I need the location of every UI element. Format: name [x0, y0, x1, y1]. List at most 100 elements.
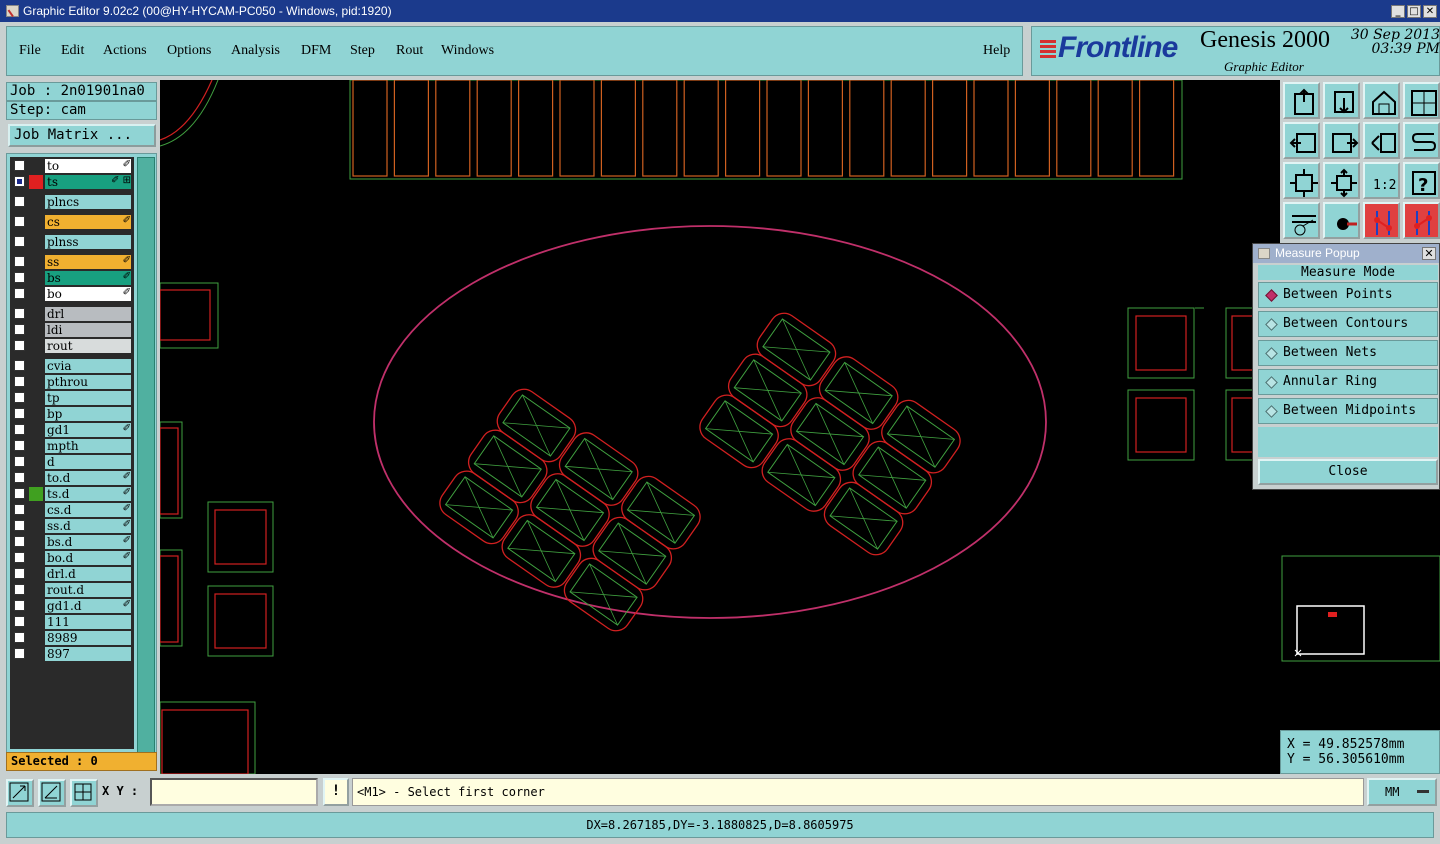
layer-checkbox[interactable]: [14, 196, 25, 207]
menu-dfm[interactable]: DFM: [301, 43, 331, 59]
mode-between-contours[interactable]: Between Contours: [1258, 311, 1438, 337]
layer-name[interactable]: cs: [45, 215, 131, 229]
layer-row-rout[interactable]: rout: [10, 339, 134, 353]
layer-checkbox[interactable]: [14, 440, 25, 451]
layer-checkbox[interactable]: [14, 236, 25, 247]
pcb-drawing[interactable]: [160, 80, 1280, 774]
layer-row-bs[interactable]: bs ✐: [10, 271, 134, 285]
layer-checkbox[interactable]: [14, 472, 25, 483]
layer-row-to-d[interactable]: to.d ✐: [10, 471, 134, 485]
menu-analysis[interactable]: Analysis: [231, 43, 280, 59]
layer-name[interactable]: rout: [45, 339, 131, 353]
layer-checkbox[interactable]: [14, 288, 25, 299]
layer-compare-button[interactable]: [1363, 202, 1400, 239]
popup-close-icon[interactable]: ✕: [1422, 247, 1436, 260]
layer-row-bo-d[interactable]: bo.d ✐: [10, 551, 134, 565]
menu-edit[interactable]: Edit: [61, 43, 84, 59]
mode-between-points[interactable]: Between Points: [1258, 282, 1438, 308]
menu-step[interactable]: Step: [350, 43, 375, 59]
layer-name[interactable]: ss.d: [45, 519, 131, 533]
home-button[interactable]: [1363, 82, 1400, 119]
layer-row-8989[interactable]: 8989: [10, 631, 134, 645]
layer-name[interactable]: ts.d: [45, 487, 131, 501]
layer-row-ldi[interactable]: ldi: [10, 323, 134, 337]
menu-file[interactable]: File: [19, 43, 41, 59]
angle-mode-button[interactable]: [38, 779, 66, 807]
menu-actions[interactable]: Actions: [103, 43, 147, 59]
layer-checkbox[interactable]: [14, 308, 25, 319]
layer-checkbox[interactable]: [14, 340, 25, 351]
layer-name[interactable]: pthrou: [45, 375, 131, 389]
center-button[interactable]: [1323, 162, 1360, 199]
overview-map[interactable]: [1280, 490, 1440, 730]
layer-name[interactable]: bo: [45, 287, 131, 301]
layer-name[interactable]: bs: [45, 271, 131, 285]
layer-checkbox[interactable]: [14, 424, 25, 435]
layer-checkbox[interactable]: [14, 256, 25, 267]
close-window-button[interactable]: ✕: [1423, 5, 1437, 18]
menu-rout[interactable]: Rout: [396, 43, 423, 59]
snap-mode-button[interactable]: [6, 779, 34, 807]
layer-checkbox[interactable]: [14, 504, 25, 515]
layer-checkbox[interactable]: [14, 408, 25, 419]
zoom-home-button[interactable]: [1283, 82, 1320, 119]
layer-name[interactable]: 897: [45, 647, 131, 661]
mode-between-midpoints[interactable]: Between Midpoints: [1258, 398, 1438, 424]
layer-row-cs-d[interactable]: cs.d ✐: [10, 503, 134, 517]
layer-row-gd1[interactable]: gd1 ✐: [10, 423, 134, 437]
layer-name[interactable]: ss: [45, 255, 131, 269]
layer-checkbox[interactable]: [14, 324, 25, 335]
layer-name[interactable]: bp: [45, 407, 131, 421]
layer-name[interactable]: mpth: [45, 439, 131, 453]
pan-left-button[interactable]: [1283, 122, 1320, 159]
layer-name[interactable]: bo.d: [45, 551, 131, 565]
layer-checkbox[interactable]: [14, 632, 25, 643]
redraw-button[interactable]: [1403, 122, 1440, 159]
undo-zoom-button[interactable]: [1363, 122, 1400, 159]
layer-checkbox[interactable]: [14, 536, 25, 547]
layer-name[interactable]: plncs: [45, 195, 131, 209]
layer-row-cvia[interactable]: cvia: [10, 359, 134, 373]
layer-name[interactable]: drl.d: [45, 567, 131, 581]
layer-checkbox[interactable]: [14, 360, 25, 371]
layer-name[interactable]: 111: [45, 615, 131, 629]
menu-options[interactable]: Options: [167, 43, 211, 59]
menu-help[interactable]: Help: [983, 43, 1010, 59]
layer-name[interactable]: tp: [45, 391, 131, 405]
layer-row-pthrou[interactable]: pthrou: [10, 375, 134, 389]
one-to-one-button[interactable]: 1:2: [1363, 162, 1400, 199]
settings-button[interactable]: [1283, 202, 1320, 239]
layer-compare-2-button[interactable]: [1403, 202, 1440, 239]
mode-annular-ring[interactable]: Annular Ring: [1258, 369, 1438, 395]
minimize-button[interactable]: _: [1391, 5, 1405, 18]
layer-checkbox[interactable]: [14, 488, 25, 499]
layer-checkbox[interactable]: [14, 600, 25, 611]
grid-mode-button[interactable]: [70, 779, 98, 807]
layer-row-drl[interactable]: drl: [10, 307, 134, 321]
layer-row-ts-d[interactable]: ts.d ✐: [10, 487, 134, 501]
layer-name[interactable]: gd1: [45, 423, 131, 437]
layer-checkbox[interactable]: [14, 456, 25, 467]
layer-row-ts[interactable]: ts ✐ ⊞: [10, 175, 134, 189]
maximize-button[interactable]: □: [1407, 5, 1421, 18]
xy-input[interactable]: [150, 778, 318, 806]
layer-checkbox[interactable]: [14, 520, 25, 531]
layer-row-bo[interactable]: bo ✐: [10, 287, 134, 301]
layer-row-plncs[interactable]: plncs: [10, 195, 134, 209]
fit-button[interactable]: [1283, 162, 1320, 199]
layer-row-gd1-d[interactable]: gd1.d ✐: [10, 599, 134, 613]
layer-row-cs[interactable]: cs ✐: [10, 215, 134, 229]
layer-name[interactable]: d: [45, 455, 131, 469]
layer-name[interactable]: cs.d: [45, 503, 131, 517]
layer-checkbox[interactable]: [14, 392, 25, 403]
layer-name[interactable]: 8989: [45, 631, 131, 645]
layer-name[interactable]: ldi: [45, 323, 131, 337]
menu-windows[interactable]: Windows: [441, 43, 494, 59]
layer-checkbox[interactable]: [14, 160, 25, 171]
layer-name[interactable]: plnss: [45, 235, 131, 249]
layer-checkbox[interactable]: [14, 216, 25, 227]
pan-right-button[interactable]: [1323, 122, 1360, 159]
layer-name[interactable]: cvia: [45, 359, 131, 373]
layer-checkbox[interactable]: [14, 648, 25, 659]
graphic-canvas[interactable]: [160, 80, 1280, 774]
